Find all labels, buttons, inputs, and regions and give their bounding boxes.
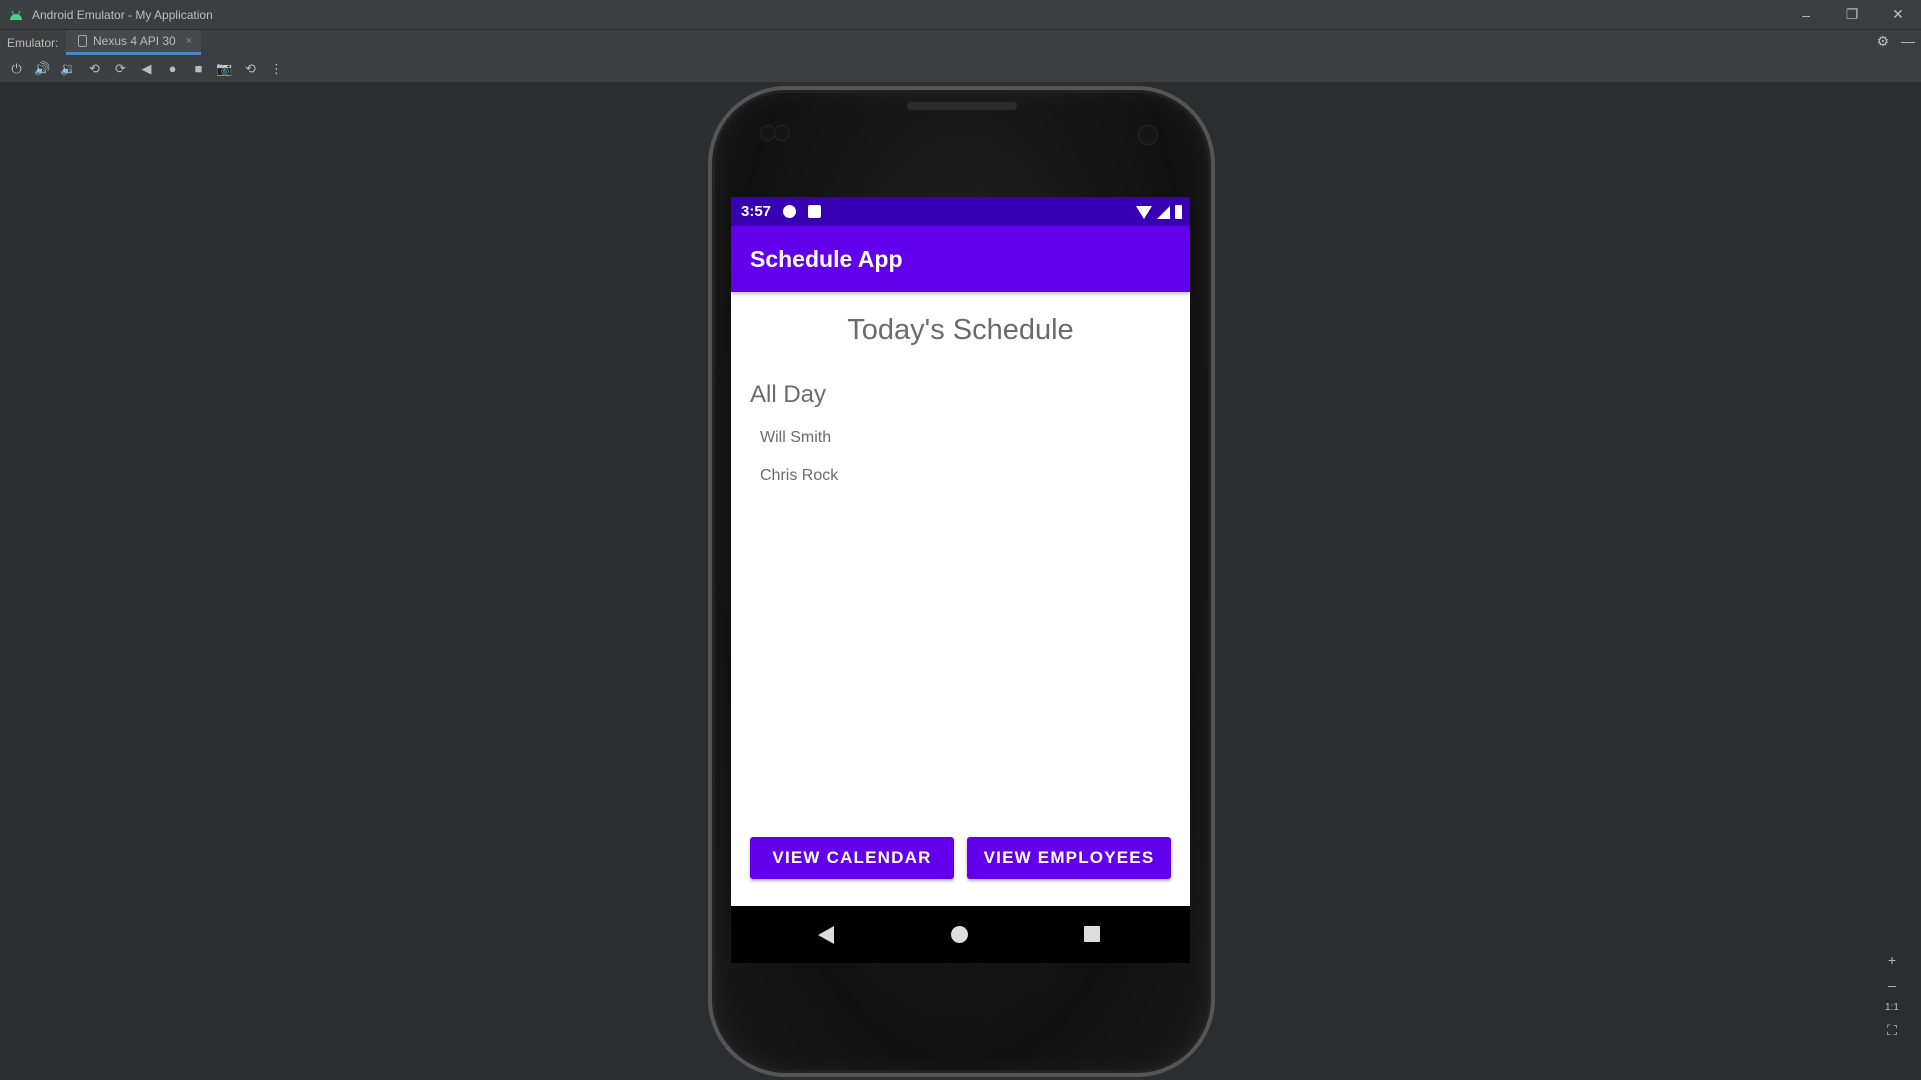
status-time: 3:57 bbox=[741, 203, 772, 220]
rotate-left-icon[interactable]: ⟲ bbox=[86, 61, 103, 77]
power-icon[interactable]: ⏻ bbox=[8, 61, 25, 77]
home-icon[interactable]: ● bbox=[164, 61, 181, 77]
sd-card-icon bbox=[808, 205, 822, 218]
minimize-button[interactable]: – bbox=[1783, 0, 1829, 29]
rotate-right-icon[interactable]: ⟳ bbox=[112, 61, 129, 77]
tab-close-icon[interactable]: × bbox=[186, 35, 192, 47]
page-heading: Today's Schedule bbox=[847, 314, 1074, 346]
zoom-actual-size-button[interactable]: 1:1 bbox=[1885, 1002, 1899, 1013]
nav-home-icon[interactable] bbox=[951, 926, 968, 943]
android-icon bbox=[10, 10, 22, 20]
back-icon[interactable]: ◀ bbox=[138, 61, 155, 77]
snapshot-icon[interactable]: ⟲ bbox=[242, 61, 259, 77]
more-icon[interactable]: ⋮ bbox=[268, 61, 285, 77]
close-button[interactable]: ✕ bbox=[1875, 0, 1921, 29]
view-employees-button[interactable]: VIEW EMPLOYEES bbox=[967, 837, 1171, 879]
nav-back-icon[interactable] bbox=[818, 926, 834, 944]
button-row: VIEW CALENDAR VIEW EMPLOYEES bbox=[750, 837, 1171, 879]
overview-icon[interactable]: ■ bbox=[190, 61, 207, 77]
tab-label: Nexus 4 API 30 bbox=[93, 34, 176, 48]
emulator-label: Emulator: bbox=[7, 36, 59, 50]
zoom-controls: + – 1:1 ⛶ bbox=[1878, 952, 1906, 1039]
list-item: Chris Rock bbox=[760, 467, 839, 484]
device-icon bbox=[78, 35, 87, 47]
earpiece-speaker bbox=[907, 102, 1017, 110]
navigation-bar bbox=[731, 906, 1190, 963]
settings-icon[interactable]: ⚙ bbox=[1876, 33, 1889, 50]
volume-up-icon[interactable]: 🔊 bbox=[34, 61, 51, 77]
section-title-all-day: All Day bbox=[750, 381, 827, 408]
hide-panel-icon[interactable]: — bbox=[1901, 33, 1915, 50]
front-camera bbox=[1138, 125, 1158, 145]
restore-button[interactable]: ❐ bbox=[1829, 0, 1875, 29]
cell-signal-icon bbox=[1157, 206, 1170, 219]
screenshot-icon[interactable]: 📷 bbox=[216, 61, 233, 77]
emulator-tab-bar: Emulator: Nexus 4 API 30 × ⚙ — bbox=[0, 29, 1921, 55]
tab-nexus-4-api-30[interactable]: Nexus 4 API 30 × bbox=[66, 30, 201, 55]
zoom-in-button[interactable]: + bbox=[1888, 952, 1896, 968]
status-bar: 3:57 bbox=[731, 197, 1190, 226]
window-title-bar: Android Emulator - My Application – ❐ ✕ bbox=[0, 0, 1921, 29]
data-saver-icon bbox=[783, 205, 797, 218]
app-title: Schedule App bbox=[750, 245, 903, 272]
emulator-toolbar: ⏻ 🔊 🔉 ⟲ ⟳ ◀ ● ■ 📷 ⟲ ⋮ bbox=[0, 55, 1921, 83]
volume-down-icon[interactable]: 🔉 bbox=[60, 61, 77, 77]
battery-icon bbox=[1175, 205, 1182, 219]
device-screen[interactable]: 3:57 Schedule App Today's Schedule All D… bbox=[731, 197, 1190, 963]
window-title: Android Emulator - My Application bbox=[32, 7, 213, 22]
nav-recents-icon[interactable] bbox=[1084, 926, 1100, 942]
sensor-dot bbox=[774, 125, 790, 141]
wifi-icon bbox=[1136, 206, 1152, 219]
list-item: Will Smith bbox=[760, 429, 832, 446]
app-bar: Schedule App bbox=[731, 226, 1190, 292]
zoom-out-button[interactable]: – bbox=[1888, 977, 1896, 993]
view-calendar-button[interactable]: VIEW CALENDAR bbox=[750, 837, 954, 879]
zoom-fit-icon[interactable]: ⛶ bbox=[1887, 1022, 1897, 1039]
